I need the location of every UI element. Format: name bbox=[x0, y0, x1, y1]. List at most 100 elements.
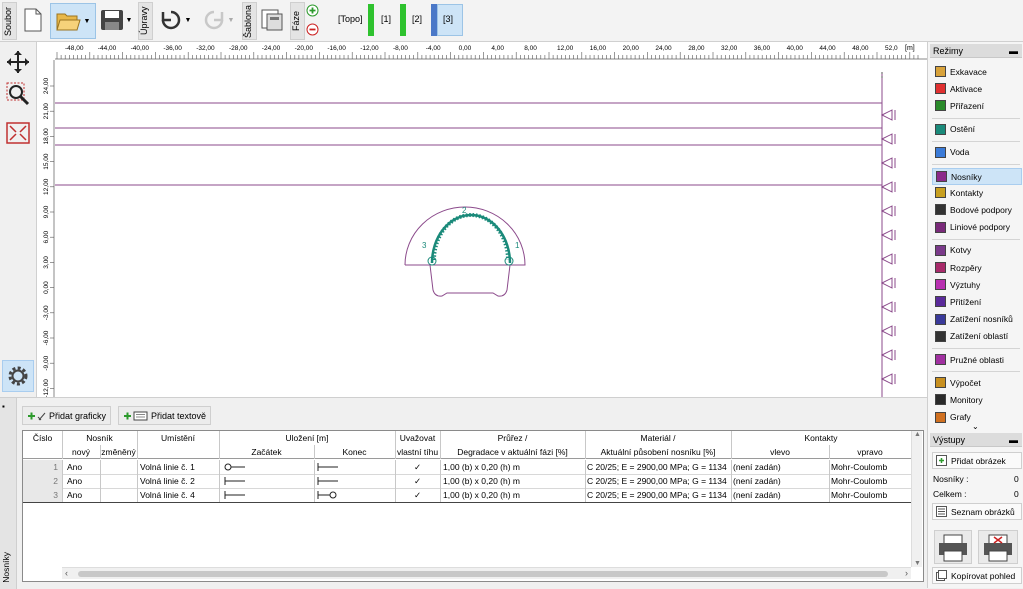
cell-material[interactable]: C 20/25; E = 2900,00 MPa; G = 1134 bbox=[587, 488, 730, 502]
table-row[interactable]: 3 Ano Volná linie č. 4 ✓ 1,00 (b) x 0,20 (h)… bbox=[23, 488, 911, 503]
save-button[interactable]: ▼ bbox=[97, 3, 135, 37]
settings-button[interactable] bbox=[2, 360, 34, 392]
scroll-down-icon[interactable]: ▼ bbox=[914, 560, 921, 567]
cell-section[interactable]: 1,00 (b) x 0,20 (h) m bbox=[443, 474, 583, 488]
table-row[interactable]: 1 Ano Volná linie č. 1 ✓ 1,00 (b) x 0,20 (h)… bbox=[23, 460, 911, 475]
horizontal-scrollbar[interactable]: ‹ › bbox=[62, 567, 911, 579]
add-phase-button[interactable] bbox=[306, 4, 320, 18]
add-graphically-button[interactable]: Přidat graficky bbox=[22, 406, 112, 425]
col-new[interactable]: nový bbox=[62, 447, 100, 457]
cell-self-weight[interactable]: ✓ bbox=[395, 460, 440, 474]
collapse-icon[interactable]: ▬ bbox=[1009, 433, 1018, 447]
row-number[interactable]: 3 bbox=[23, 488, 62, 502]
cell-material[interactable]: C 20/25; E = 2900,00 MPa; G = 1134 bbox=[587, 474, 730, 488]
mode-monitors[interactable]: Monitory bbox=[932, 392, 1020, 407]
cell-self-weight[interactable]: ✓ bbox=[395, 488, 440, 502]
phase-menu[interactable]: Fáze bbox=[290, 2, 305, 40]
cell-location[interactable]: Volná linie č. 2 bbox=[140, 474, 218, 488]
row-number[interactable]: 2 bbox=[23, 474, 62, 488]
cell-self-weight[interactable]: ✓ bbox=[395, 474, 440, 488]
cell-new[interactable]: Ano bbox=[67, 474, 101, 488]
mode-surcharge[interactable]: Přitížení bbox=[932, 294, 1020, 309]
image-list-button[interactable]: Seznam obrázků bbox=[932, 503, 1022, 520]
add-image-button[interactable]: Přidat obrázek bbox=[932, 452, 1022, 469]
mode-anchors[interactable]: Kotvy bbox=[932, 243, 1020, 258]
redo-button[interactable]: ▼ bbox=[198, 3, 238, 37]
scroll-left-icon[interactable]: ‹ bbox=[65, 568, 68, 578]
stage-3-active[interactable]: [3] bbox=[437, 4, 463, 36]
row-number[interactable]: 1 bbox=[23, 460, 62, 474]
remove-phase-button[interactable] bbox=[306, 23, 320, 37]
cell-end[interactable] bbox=[316, 490, 356, 504]
open-file-button[interactable]: ▼ bbox=[50, 3, 96, 39]
table-row[interactable]: 2 Ano Volná linie č. 2 ✓ 1,00 (b) x 0,20 (h)… bbox=[23, 474, 911, 489]
template-menu[interactable]: Šablona bbox=[242, 2, 257, 40]
col-support[interactable]: Uložení [m] bbox=[219, 433, 395, 443]
cell-start[interactable] bbox=[223, 490, 263, 504]
col-changed[interactable]: změněný bbox=[100, 447, 137, 457]
add-textually-button[interactable]: Přidat textově bbox=[118, 406, 212, 425]
template-button[interactable] bbox=[258, 3, 286, 37]
stage-2[interactable]: [2] bbox=[412, 14, 422, 24]
pan-tool-button[interactable] bbox=[6, 50, 32, 74]
mode-activation[interactable]: Aktivace bbox=[932, 81, 1020, 96]
stage-topo[interactable]: [Topo] bbox=[338, 14, 363, 24]
col-contact-right[interactable]: vpravo bbox=[829, 447, 911, 457]
col-beam[interactable]: Nosník bbox=[62, 433, 137, 443]
drawing-canvas[interactable]: -48,00 -44,00 -40,00 -36,00 -32,00 -28,00 -24,… bbox=[37, 42, 927, 397]
cell-location[interactable]: Volná linie č. 4 bbox=[140, 488, 218, 502]
col-location[interactable]: Umístění bbox=[137, 433, 219, 443]
fit-view-button[interactable] bbox=[6, 122, 32, 146]
cell-contact-right[interactable]: Mohr-Coulomb bbox=[831, 474, 911, 488]
col-number[interactable]: Číslo bbox=[23, 433, 62, 443]
col-contact-left[interactable]: vlevo bbox=[731, 447, 829, 457]
cell-material[interactable]: C 20/25; E = 2900,00 MPa; G = 1134 bbox=[587, 460, 730, 474]
mode-excavation[interactable]: Exkavace bbox=[932, 64, 1020, 79]
mode-region-load[interactable]: Zatížení oblastí bbox=[932, 329, 1020, 344]
print-export-button[interactable] bbox=[978, 530, 1018, 564]
cell-location[interactable]: Volná linie č. 1 bbox=[140, 460, 218, 474]
print-button[interactable] bbox=[934, 530, 972, 564]
mode-beam-load[interactable]: Zatížení nosníků bbox=[932, 312, 1020, 327]
file-menu[interactable]: Soubor bbox=[2, 2, 17, 40]
vertical-scrollbar[interactable]: ▲ ▼ bbox=[911, 431, 922, 567]
mode-beams[interactable]: Nosníky bbox=[932, 168, 1022, 185]
col-self-weight[interactable]: vlastní tíhu bbox=[395, 447, 440, 457]
undo-button[interactable]: ▼ bbox=[155, 3, 195, 37]
outputs-header[interactable]: Výstupy ▬ bbox=[930, 433, 1022, 447]
col-degradation[interactable]: Degradace v aktuální fázi [%] bbox=[440, 447, 585, 457]
mode-point-supports[interactable]: Bodové podpory bbox=[932, 202, 1020, 217]
mode-water[interactable]: Voda bbox=[932, 145, 1020, 160]
cell-new[interactable]: Ano bbox=[67, 488, 101, 502]
mode-lining[interactable]: Ostění bbox=[932, 122, 1020, 137]
mode-contacts[interactable]: Kontakty bbox=[932, 185, 1020, 200]
bottom-side-tab[interactable]: ▪ Nosníky bbox=[0, 398, 17, 589]
copy-view-button[interactable]: Kopírovat pohled bbox=[932, 567, 1022, 584]
zoom-tool-button[interactable] bbox=[6, 82, 32, 108]
cell-section[interactable]: 1,00 (b) x 0,20 (h) m bbox=[443, 488, 583, 502]
cell-contact-left[interactable]: (není zadán) bbox=[733, 474, 828, 488]
cell-contact-left[interactable]: (není zadán) bbox=[733, 460, 828, 474]
cell-contact-right[interactable]: Mohr-Coulomb bbox=[831, 460, 911, 474]
pin-icon[interactable]: ▪ bbox=[2, 402, 5, 411]
edit-menu[interactable]: Úpravy bbox=[138, 2, 153, 40]
scroll-right-icon[interactable]: › bbox=[905, 568, 908, 578]
redo-dropdown-icon[interactable]: ▼ bbox=[228, 17, 235, 24]
mode-assignment[interactable]: Přiřazení bbox=[932, 98, 1020, 113]
mode-struts[interactable]: Rozpěry bbox=[932, 260, 1020, 275]
open-dropdown-icon[interactable]: ▼ bbox=[84, 18, 91, 25]
save-dropdown-icon[interactable]: ▼ bbox=[126, 17, 133, 24]
col-consider[interactable]: Uvažovat bbox=[395, 433, 440, 443]
more-modes-icon[interactable]: ⌄ bbox=[972, 422, 979, 431]
scroll-up-icon[interactable]: ▲ bbox=[914, 431, 921, 438]
model-view[interactable]: -48,00 -44,00 -40,00 -36,00 -32,00 -28,00 -24,… bbox=[37, 42, 927, 397]
mode-elastic-regions[interactable]: Pružné oblasti bbox=[932, 352, 1020, 367]
mode-line-supports[interactable]: Liniové podpory bbox=[932, 220, 1020, 235]
mode-reinforcement[interactable]: Výztuhy bbox=[932, 277, 1020, 292]
col-current-effect[interactable]: Aktuální působení nosníku [%] bbox=[585, 447, 731, 457]
cell-contact-right[interactable]: Mohr-Coulomb bbox=[831, 488, 911, 502]
cell-new[interactable]: Ano bbox=[67, 460, 101, 474]
col-end[interactable]: Konec bbox=[314, 447, 395, 457]
collapse-icon[interactable]: ▬ bbox=[1009, 44, 1018, 58]
cell-section[interactable]: 1,00 (b) x 0,20 (h) m bbox=[443, 460, 583, 474]
